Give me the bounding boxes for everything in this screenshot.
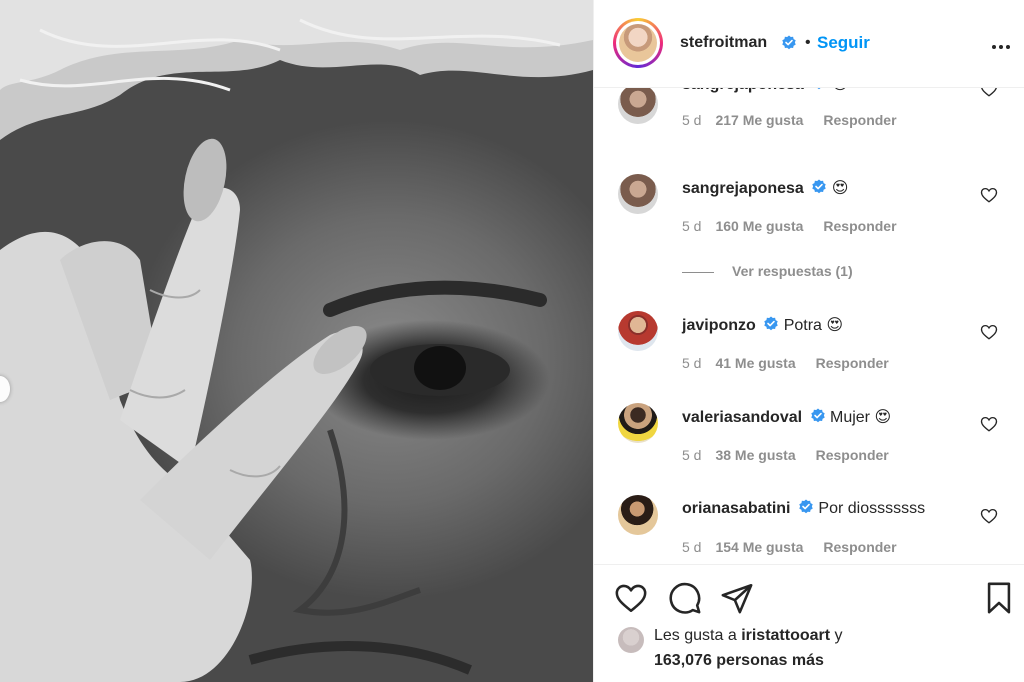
commenter-avatar[interactable] [618, 311, 658, 351]
comment-likes[interactable]: 217 Me gusta [715, 112, 803, 128]
comment-age: 5 d [682, 539, 702, 555]
comment-meta: 5 d 160 Me gusta Responder [682, 218, 897, 234]
comment-age: 5 d [682, 112, 702, 128]
bookmark-icon[interactable] [982, 581, 1016, 615]
reply-button[interactable]: Responder [816, 447, 889, 463]
heart-icon[interactable] [980, 415, 998, 433]
heart-icon[interactable] [980, 88, 998, 98]
commenter-avatar[interactable] [618, 174, 658, 214]
likes-summary-text: Les gusta a iristattooart y [654, 627, 843, 645]
comments-list[interactable]: sangrejaponesa 😍 5 d 217 Me gusta Responde… [594, 88, 1024, 564]
post-side-panel: stefroitman • Seguir sangrejaponesa 😍 5 … [593, 0, 1024, 682]
comment-item: javiponzo Potra 😍 5 d 41 Me gusta Responde… [594, 303, 1024, 383]
comment-body: Potra 😍 [783, 317, 844, 334]
view-replies-button[interactable]: Ver respuestas (1) [682, 263, 853, 279]
post-photo[interactable] [0, 0, 593, 682]
photo-illustration [0, 0, 593, 682]
liker-username[interactable]: iristattooart [741, 627, 830, 644]
comment-body: Mujer 😍 [829, 409, 892, 426]
comment-age: 5 d [682, 447, 702, 463]
view-replies-label[interactable]: Ver respuestas (1) [732, 263, 853, 279]
comment-age: 5 d [682, 218, 702, 234]
comment-body: 😍 [832, 88, 849, 93]
comment-meta: 5 d 217 Me gusta Responder [682, 112, 897, 128]
comment-text: orianasabatini Por diosssssss [682, 499, 925, 518]
more-options-icon[interactable] [992, 36, 1014, 50]
likes-count[interactable]: 163,076 personas más [654, 652, 824, 670]
likes-prefix: Les gusta a [654, 627, 737, 644]
post-header: stefroitman • Seguir [594, 0, 1024, 88]
comment-meta: 5 d 154 Me gusta Responder [682, 539, 897, 555]
comment-item: valeriasandoval Mujer 😍 5 d 38 Me gusta Re… [594, 395, 1024, 475]
reply-button[interactable]: Responder [816, 355, 889, 371]
comment-icon[interactable] [668, 581, 702, 615]
heart-icon[interactable] [980, 507, 998, 525]
comment-body: 😍 [831, 180, 849, 197]
replies-divider [682, 271, 714, 273]
comment-likes[interactable]: 160 Me gusta [715, 218, 803, 234]
verified-badge-icon [815, 88, 824, 90]
comment-likes[interactable]: 38 Me gusta [715, 447, 795, 463]
comment-body: Por diosssssss [818, 500, 926, 517]
comment-text: sangrejaponesa 😍 [682, 178, 848, 198]
header-separator: • [805, 34, 811, 51]
post-actions: Les gusta a iristattooart y 163,076 pers… [594, 564, 1024, 682]
likes-suffix: y [834, 627, 843, 644]
comment-age: 5 d [682, 355, 702, 371]
verified-badge-icon [812, 179, 826, 194]
commenter-avatar[interactable] [618, 495, 658, 535]
verified-badge-icon [782, 35, 796, 50]
verified-badge-icon [810, 408, 825, 423]
comment-text: valeriasandoval Mujer 😍 [682, 407, 891, 427]
reply-button[interactable]: Responder [823, 112, 896, 128]
comment-item: sangrejaponesa 😍 5 d 160 Me gusta Responde… [594, 166, 1024, 246]
verified-badge-icon [799, 499, 813, 514]
comment-username[interactable]: sangrejaponesa [682, 88, 804, 93]
author-username[interactable]: stefroitman [680, 34, 767, 52]
reply-button[interactable]: Responder [823, 539, 896, 555]
comment-text: javiponzo Potra 😍 [682, 315, 843, 335]
commenter-avatar[interactable] [618, 88, 658, 124]
comment-item: sangrejaponesa 😍 5 d 217 Me gusta Responde… [594, 88, 1024, 154]
heart-icon[interactable] [980, 323, 998, 341]
comment-username[interactable]: valeriasandoval [682, 409, 802, 426]
heart-icon[interactable] [980, 186, 998, 204]
comment-username[interactable]: javiponzo [682, 317, 756, 334]
comment-item: orianasabatini Por diosssssss 5 d 154 Me … [594, 487, 1024, 564]
comment-likes[interactable]: 41 Me gusta [715, 355, 795, 371]
comment-username[interactable]: orianasabatini [682, 500, 790, 517]
author-avatar[interactable] [613, 18, 663, 68]
reply-button[interactable]: Responder [823, 218, 896, 234]
verified-badge-icon [764, 316, 778, 331]
commenter-avatar[interactable] [618, 403, 658, 443]
paper-plane-icon[interactable] [720, 581, 754, 615]
comment-meta: 5 d 41 Me gusta Responder [682, 355, 889, 371]
heart-icon[interactable] [614, 581, 648, 615]
liker-avatar[interactable] [618, 627, 644, 653]
comment-likes[interactable]: 154 Me gusta [715, 539, 803, 555]
comment-text: sangrejaponesa 😍 [682, 88, 848, 94]
comment-username[interactable]: sangrejaponesa [682, 180, 804, 197]
follow-button[interactable]: Seguir [817, 33, 870, 53]
comment-meta: 5 d 38 Me gusta Responder [682, 447, 889, 463]
